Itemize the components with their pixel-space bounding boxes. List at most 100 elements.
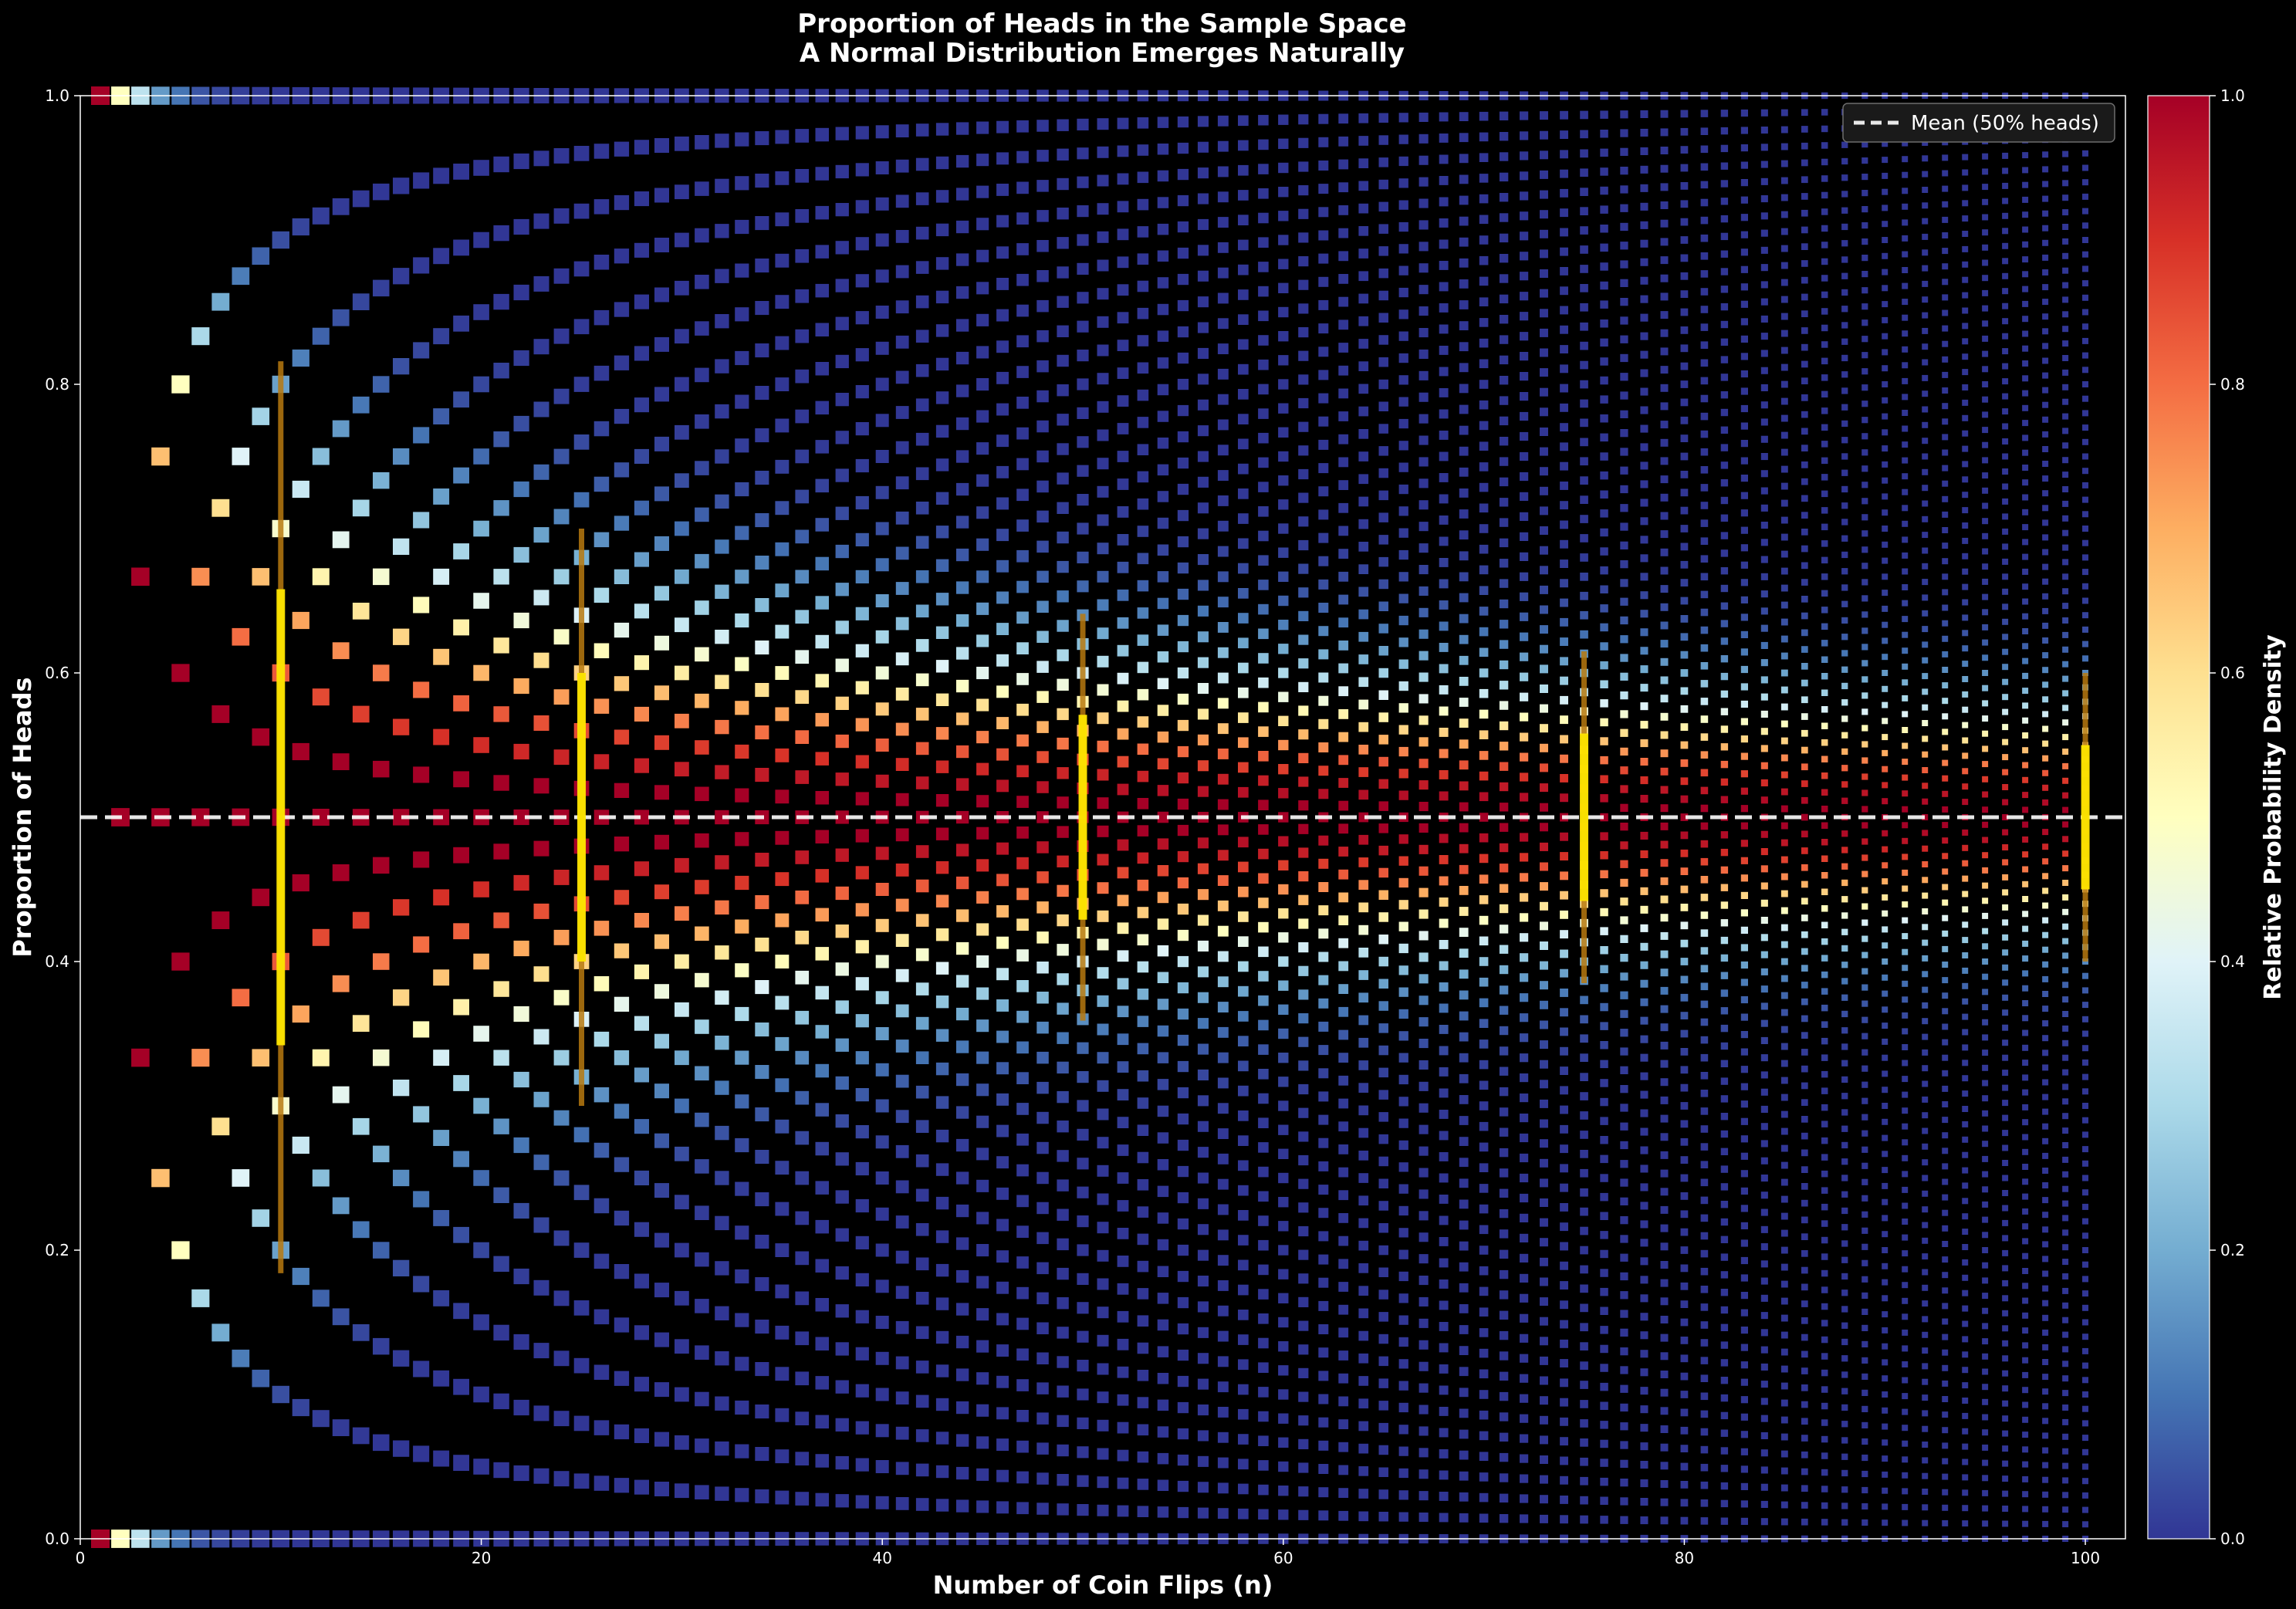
data-point xyxy=(614,141,630,157)
data-point xyxy=(1982,518,1989,525)
data-point xyxy=(1882,942,1889,949)
data-point xyxy=(1841,666,1848,673)
data-point xyxy=(996,465,1009,478)
data-point xyxy=(935,894,949,908)
data-point xyxy=(1097,1391,1109,1404)
data-point xyxy=(1841,994,1848,1001)
data-point xyxy=(1177,431,1189,443)
data-point xyxy=(935,1297,949,1310)
data-point xyxy=(1962,875,1969,882)
data-point xyxy=(1780,1026,1788,1033)
data-point xyxy=(1680,958,1689,965)
data-point xyxy=(775,1119,790,1134)
data-point xyxy=(1499,965,1509,975)
data-point xyxy=(1982,821,1989,828)
data-point xyxy=(1177,116,1189,128)
data-point xyxy=(1016,273,1029,286)
data-point xyxy=(1016,181,1029,194)
data-point xyxy=(855,1310,869,1323)
data-point xyxy=(1398,549,1408,560)
data-point xyxy=(1057,796,1069,809)
data-point xyxy=(1439,515,1449,525)
data-point xyxy=(1640,1368,1648,1377)
data-point xyxy=(1258,262,1269,272)
data-point xyxy=(1660,384,1669,392)
data-point xyxy=(1902,901,1909,908)
data-point xyxy=(1942,698,1949,705)
data-point xyxy=(292,1005,309,1023)
data-point xyxy=(1801,1032,1808,1039)
data-point xyxy=(795,970,810,985)
data-point xyxy=(1238,985,1249,997)
data-point xyxy=(1278,523,1289,534)
data-point xyxy=(1962,261,1969,268)
data-point xyxy=(2062,1462,2069,1469)
data-point xyxy=(1318,835,1329,846)
data-point xyxy=(1238,164,1249,176)
data-point xyxy=(2042,917,2049,924)
data-point xyxy=(1077,1330,1089,1343)
data-point xyxy=(1419,457,1429,467)
data-point xyxy=(2002,678,2009,685)
data-point xyxy=(1700,1517,1709,1525)
data-point xyxy=(1600,870,1608,879)
data-point xyxy=(1821,1320,1828,1327)
data-point xyxy=(2002,258,2009,265)
data-point xyxy=(1177,1270,1189,1283)
data-point xyxy=(1620,1366,1628,1374)
data-point xyxy=(2002,1100,2009,1107)
data-point xyxy=(533,715,549,731)
data-point xyxy=(715,990,729,1005)
data-point xyxy=(2022,1060,2029,1066)
data-point xyxy=(1439,451,1449,461)
data-point xyxy=(1801,310,1808,317)
data-point xyxy=(453,847,469,864)
data-point xyxy=(493,500,509,516)
data-point xyxy=(1358,203,1369,214)
data-point xyxy=(1338,526,1349,536)
data-point xyxy=(1780,126,1788,134)
data-point xyxy=(735,875,749,891)
data-point xyxy=(1660,1188,1669,1196)
data-point xyxy=(1882,493,1889,500)
data-point xyxy=(1600,1192,1608,1202)
data-point xyxy=(1760,624,1768,632)
data-point xyxy=(1439,685,1449,695)
data-point xyxy=(1982,1459,1989,1466)
data-point xyxy=(1117,894,1129,907)
data-point xyxy=(413,427,430,444)
data-point xyxy=(1780,720,1788,728)
data-point xyxy=(715,1036,729,1050)
data-point xyxy=(1278,451,1289,462)
data-point xyxy=(1942,806,1949,813)
data-point xyxy=(1640,184,1648,192)
data-point xyxy=(2022,1371,2029,1378)
data-point xyxy=(1700,323,1709,331)
data-point xyxy=(1298,1273,1309,1284)
data-point xyxy=(1520,592,1529,601)
data-point xyxy=(1077,1128,1089,1141)
data-point xyxy=(1560,539,1568,549)
data-point xyxy=(1902,1361,1909,1367)
data-point xyxy=(2022,345,2029,352)
data-point xyxy=(2022,1238,2029,1245)
data-point xyxy=(1177,929,1189,941)
data-point xyxy=(1620,1178,1628,1187)
data-point xyxy=(1982,1004,1989,1011)
data-point xyxy=(1982,989,1989,995)
data-point xyxy=(815,674,829,688)
data-point xyxy=(2022,896,2029,902)
data-point xyxy=(1620,242,1628,250)
data-point xyxy=(1902,536,1909,543)
data-point xyxy=(513,743,529,760)
data-point xyxy=(1680,398,1689,407)
data-point xyxy=(2042,1035,2049,1042)
data-point xyxy=(1298,894,1309,905)
data-point xyxy=(2042,1226,2049,1233)
data-point xyxy=(2042,387,2049,394)
data-point xyxy=(1801,1166,1808,1173)
data-point xyxy=(815,205,829,220)
data-point xyxy=(1177,614,1189,627)
data-point xyxy=(1801,1468,1808,1475)
data-point xyxy=(1982,624,1989,630)
